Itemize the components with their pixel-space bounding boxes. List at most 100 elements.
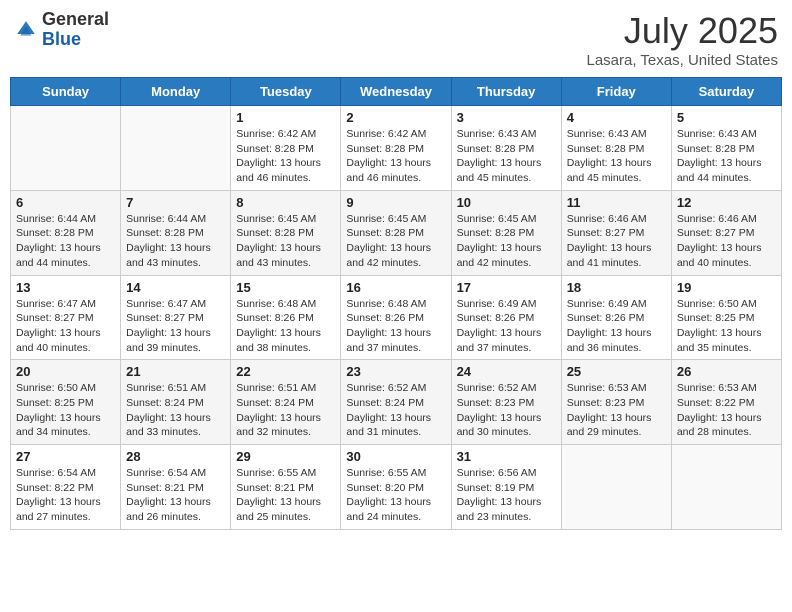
calendar-week-row: 27 Sunrise: 6:54 AM Sunset: 8:22 PM Dayli… — [11, 445, 782, 530]
table-row: 23 Sunrise: 6:52 AM Sunset: 8:24 PM Dayli… — [341, 360, 451, 445]
day-number: 23 — [346, 364, 445, 379]
day-info: Sunrise: 6:43 AM Sunset: 8:28 PM Dayligh… — [457, 127, 556, 186]
table-row: 5 Sunrise: 6:43 AM Sunset: 8:28 PM Daylig… — [671, 106, 781, 191]
table-row: 28 Sunrise: 6:54 AM Sunset: 8:21 PM Dayli… — [121, 445, 231, 530]
day-info: Sunrise: 6:56 AM Sunset: 8:19 PM Dayligh… — [457, 466, 556, 525]
day-number: 11 — [567, 195, 666, 210]
table-row: 20 Sunrise: 6:50 AM Sunset: 8:25 PM Dayli… — [11, 360, 121, 445]
day-info: Sunrise: 6:45 AM Sunset: 8:28 PM Dayligh… — [457, 212, 556, 271]
day-number: 12 — [677, 195, 776, 210]
table-row: 15 Sunrise: 6:48 AM Sunset: 8:26 PM Dayli… — [231, 275, 341, 360]
day-number: 8 — [236, 195, 335, 210]
day-info: Sunrise: 6:45 AM Sunset: 8:28 PM Dayligh… — [346, 212, 445, 271]
day-number: 10 — [457, 195, 556, 210]
day-info: Sunrise: 6:53 AM Sunset: 8:23 PM Dayligh… — [567, 381, 666, 440]
day-number: 19 — [677, 280, 776, 295]
day-info: Sunrise: 6:48 AM Sunset: 8:26 PM Dayligh… — [346, 297, 445, 356]
day-info: Sunrise: 6:43 AM Sunset: 8:28 PM Dayligh… — [567, 127, 666, 186]
col-monday: Monday — [121, 78, 231, 106]
day-number: 18 — [567, 280, 666, 295]
table-row: 11 Sunrise: 6:46 AM Sunset: 8:27 PM Dayli… — [561, 190, 671, 275]
table-row: 30 Sunrise: 6:55 AM Sunset: 8:20 PM Dayli… — [341, 445, 451, 530]
day-number: 27 — [16, 449, 115, 464]
day-number: 17 — [457, 280, 556, 295]
day-info: Sunrise: 6:54 AM Sunset: 8:21 PM Dayligh… — [126, 466, 225, 525]
day-number: 30 — [346, 449, 445, 464]
day-info: Sunrise: 6:49 AM Sunset: 8:26 PM Dayligh… — [457, 297, 556, 356]
day-info: Sunrise: 6:55 AM Sunset: 8:20 PM Dayligh… — [346, 466, 445, 525]
calendar-week-row: 20 Sunrise: 6:50 AM Sunset: 8:25 PM Dayli… — [11, 360, 782, 445]
table-row: 14 Sunrise: 6:47 AM Sunset: 8:27 PM Dayli… — [121, 275, 231, 360]
table-row: 24Sunrise: 6:52 AM Sunset: 8:23 PM Dayli… — [451, 360, 561, 445]
day-info: Sunrise: 6:52 AM Sunset: 8:24 PM Dayligh… — [346, 381, 445, 440]
table-row: 9 Sunrise: 6:45 AM Sunset: 8:28 PM Daylig… — [341, 190, 451, 275]
table-row: 29 Sunrise: 6:55 AM Sunset: 8:21 PM Dayli… — [231, 445, 341, 530]
day-number: 13 — [16, 280, 115, 295]
table-row: 25 Sunrise: 6:53 AM Sunset: 8:23 PM Dayli… — [561, 360, 671, 445]
table-row: 19 Sunrise: 6:50 AM Sunset: 8:25 PM Dayli… — [671, 275, 781, 360]
day-info: Sunrise: 6:50 AM Sunset: 8:25 PM Dayligh… — [16, 381, 115, 440]
day-number: 25 — [567, 364, 666, 379]
page-header: General Blue July 2025 Lasara, Texas, Un… — [10, 10, 782, 69]
location-title: Lasara, Texas, United States — [587, 52, 779, 69]
day-number: 31 — [457, 449, 556, 464]
day-number: 28 — [126, 449, 225, 464]
calendar-week-row: 6 Sunrise: 6:44 AM Sunset: 8:28 PM Daylig… — [11, 190, 782, 275]
day-info: Sunrise: 6:50 AM Sunset: 8:25 PM Dayligh… — [677, 297, 776, 356]
day-info: Sunrise: 6:47 AM Sunset: 8:27 PM Dayligh… — [126, 297, 225, 356]
table-row: 13 Sunrise: 6:47 AM Sunset: 8:27 PM Dayli… — [11, 275, 121, 360]
day-number: 3 — [457, 110, 556, 125]
day-info: Sunrise: 6:42 AM Sunset: 8:28 PM Dayligh… — [236, 127, 335, 186]
day-info: Sunrise: 6:45 AM Sunset: 8:28 PM Dayligh… — [236, 212, 335, 271]
table-row: 18 Sunrise: 6:49 AM Sunset: 8:26 PM Dayli… — [561, 275, 671, 360]
day-info: Sunrise: 6:44 AM Sunset: 8:28 PM Dayligh… — [126, 212, 225, 271]
day-info: Sunrise: 6:48 AM Sunset: 8:26 PM Dayligh… — [236, 297, 335, 356]
calendar-week-row: 1 Sunrise: 6:42 AM Sunset: 8:28 PM Daylig… — [11, 106, 782, 191]
table-row: 17 Sunrise: 6:49 AM Sunset: 8:26 PM Dayli… — [451, 275, 561, 360]
table-row: 10 Sunrise: 6:45 AM Sunset: 8:28 PM Dayli… — [451, 190, 561, 275]
day-info: Sunrise: 6:52 AM Sunset: 8:23 PM Dayligh… — [457, 381, 556, 440]
day-number: 15 — [236, 280, 335, 295]
col-saturday: Saturday — [671, 78, 781, 106]
day-info: Sunrise: 6:51 AM Sunset: 8:24 PM Dayligh… — [126, 381, 225, 440]
day-number: 9 — [346, 195, 445, 210]
table-row: 4 Sunrise: 6:43 AM Sunset: 8:28 PM Daylig… — [561, 106, 671, 191]
day-number: 14 — [126, 280, 225, 295]
day-number: 22 — [236, 364, 335, 379]
table-row: 12Sunrise: 6:46 AM Sunset: 8:27 PM Dayli… — [671, 190, 781, 275]
table-row: 21Sunrise: 6:51 AM Sunset: 8:24 PM Dayli… — [121, 360, 231, 445]
table-row: 6 Sunrise: 6:44 AM Sunset: 8:28 PM Daylig… — [11, 190, 121, 275]
day-number: 2 — [346, 110, 445, 125]
calendar-table: Sunday Monday Tuesday Wednesday Thursday… — [10, 77, 782, 530]
col-sunday: Sunday — [11, 78, 121, 106]
day-number: 16 — [346, 280, 445, 295]
day-info: Sunrise: 6:47 AM Sunset: 8:27 PM Dayligh… — [16, 297, 115, 356]
table-row: 22Sunrise: 6:51 AM Sunset: 8:24 PM Dayli… — [231, 360, 341, 445]
day-number: 1 — [236, 110, 335, 125]
day-number: 26 — [677, 364, 776, 379]
col-wednesday: Wednesday — [341, 78, 451, 106]
day-number: 20 — [16, 364, 115, 379]
day-info: Sunrise: 6:54 AM Sunset: 8:22 PM Dayligh… — [16, 466, 115, 525]
day-info: Sunrise: 6:53 AM Sunset: 8:22 PM Dayligh… — [677, 381, 776, 440]
table-row: 26 Sunrise: 6:53 AM Sunset: 8:22 PM Dayli… — [671, 360, 781, 445]
logo: General Blue — [14, 10, 109, 50]
month-title: July 2025 — [587, 10, 779, 52]
table-row: 1 Sunrise: 6:42 AM Sunset: 8:28 PM Daylig… — [231, 106, 341, 191]
table-row — [561, 445, 671, 530]
day-info: Sunrise: 6:46 AM Sunset: 8:27 PM Dayligh… — [567, 212, 666, 271]
day-number: 29 — [236, 449, 335, 464]
day-info: Sunrise: 6:55 AM Sunset: 8:21 PM Dayligh… — [236, 466, 335, 525]
calendar-week-row: 13 Sunrise: 6:47 AM Sunset: 8:27 PM Dayli… — [11, 275, 782, 360]
day-info: Sunrise: 6:43 AM Sunset: 8:28 PM Dayligh… — [677, 127, 776, 186]
day-info: Sunrise: 6:49 AM Sunset: 8:26 PM Dayligh… — [567, 297, 666, 356]
day-number: 6 — [16, 195, 115, 210]
day-number: 5 — [677, 110, 776, 125]
day-info: Sunrise: 6:44 AM Sunset: 8:28 PM Dayligh… — [16, 212, 115, 271]
day-number: 7 — [126, 195, 225, 210]
logo-blue-text: Blue — [42, 29, 81, 49]
table-row: 16 Sunrise: 6:48 AM Sunset: 8:26 PM Dayli… — [341, 275, 451, 360]
table-row: 8 Sunrise: 6:45 AM Sunset: 8:28 PM Daylig… — [231, 190, 341, 275]
day-number: 4 — [567, 110, 666, 125]
day-info: Sunrise: 6:42 AM Sunset: 8:28 PM Dayligh… — [346, 127, 445, 186]
